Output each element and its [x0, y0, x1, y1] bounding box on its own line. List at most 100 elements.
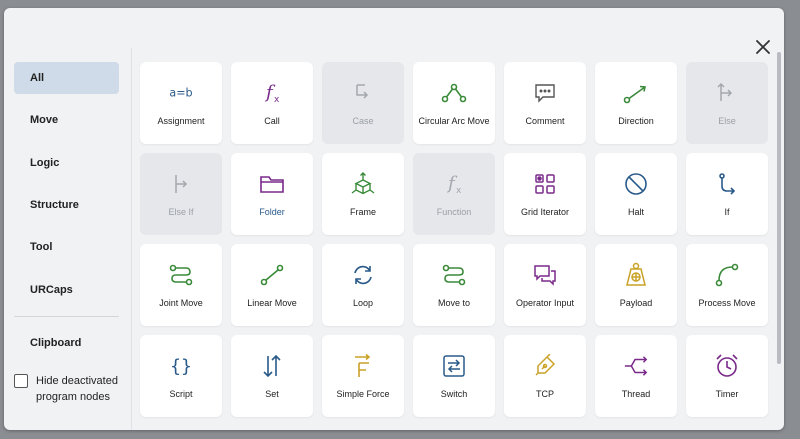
sidebar-item-all[interactable]: All	[14, 62, 119, 94]
tile-label: Move to	[437, 298, 470, 308]
loop-icon	[350, 262, 376, 288]
tile-linear-move[interactable]: Linear Move	[231, 244, 313, 326]
tile-label: Joint Move	[159, 298, 203, 308]
comment-icon	[532, 80, 558, 106]
process-move-icon	[714, 262, 740, 288]
else-icon	[714, 80, 740, 106]
tile-label: Timer	[715, 389, 739, 399]
tile-label: If	[724, 207, 730, 217]
frame-icon	[350, 171, 376, 197]
tile-payload[interactable]: Payload	[595, 244, 677, 326]
sidebar-item-label: Clipboard	[30, 337, 82, 349]
tile-label: Set	[265, 389, 279, 399]
payload-icon	[623, 262, 649, 288]
thread-icon	[623, 353, 649, 379]
hide-deactivated-checkbox[interactable]	[14, 374, 28, 388]
tile-label: Payload	[619, 298, 653, 308]
tile-label: Script	[169, 389, 193, 399]
tile-else-if: Else If	[140, 153, 222, 235]
tile-script[interactable]: {} Script	[140, 335, 222, 417]
sidebar-item-move[interactable]: Move	[14, 104, 119, 136]
tile-label: Circular Arc Move	[418, 116, 490, 126]
tile-set[interactable]: Set	[231, 335, 313, 417]
sidebar-divider	[14, 316, 119, 317]
sidebar-item-label: Tool	[30, 241, 53, 253]
add-node-dialog: All Move Logic Structure Tool URCaps Cli…	[4, 8, 784, 430]
close-button[interactable]	[749, 33, 777, 61]
tile-label: Else	[718, 116, 736, 126]
sidebar-item-label: URCaps	[30, 284, 73, 296]
function-call-icon: fx	[259, 80, 285, 106]
move-to-icon	[441, 262, 467, 288]
hide-deactivated-toggle[interactable]: Hide deactivated program nodes	[14, 373, 126, 405]
sidebar-item-logic[interactable]: Logic	[14, 147, 119, 179]
tile-case: Case	[322, 62, 404, 144]
tile-operator-input[interactable]: Operator Input	[504, 244, 586, 326]
direction-icon	[623, 80, 649, 106]
tile-frame[interactable]: Frame	[322, 153, 404, 235]
tile-circular-arc-move[interactable]: Circular Arc Move	[413, 62, 495, 144]
sidebar-item-label: Structure	[30, 199, 79, 211]
tile-move-to[interactable]: Move to	[413, 244, 495, 326]
sidebar-item-label: Move	[30, 114, 59, 126]
function-icon: fx	[441, 171, 467, 197]
svg-text:{}: {}	[170, 356, 192, 377]
folder-icon	[259, 171, 285, 197]
tile-label: Operator Input	[515, 298, 575, 308]
tile-folder[interactable]: Folder	[231, 153, 313, 235]
tile-if[interactable]: If	[686, 153, 768, 235]
tile-label: Function	[436, 207, 472, 217]
tile-label: Direction	[618, 116, 654, 126]
if-icon	[714, 171, 740, 197]
tile-switch[interactable]: Switch	[413, 335, 495, 417]
tile-label: Thread	[621, 389, 651, 399]
script-icon: {}	[168, 353, 194, 379]
scrollbar-thumb[interactable]	[777, 52, 781, 364]
tile-function: fx Function	[413, 153, 495, 235]
sidebar-item-clipboard[interactable]: Clipboard	[14, 327, 119, 359]
grid-iterator-icon	[532, 171, 558, 197]
hide-deactivated-label: Hide deactivated program nodes	[36, 375, 118, 403]
tile-loop[interactable]: Loop	[322, 244, 404, 326]
switch-icon	[441, 353, 467, 379]
tile-label: TCP	[536, 389, 554, 399]
sidebar-item-structure[interactable]: Structure	[14, 189, 119, 221]
tile-grid-iterator[interactable]: Grid Iterator	[504, 153, 586, 235]
else-if-icon	[168, 171, 194, 197]
simple-force-icon	[350, 353, 376, 379]
sidebar-item-label: All	[30, 72, 45, 84]
circular-arc-icon	[441, 80, 467, 106]
tile-joint-move[interactable]: Joint Move	[140, 244, 222, 326]
tile-tcp[interactable]: TCP	[504, 335, 586, 417]
tile-label: Linear Move	[247, 298, 297, 308]
tile-process-move[interactable]: Process Move	[686, 244, 768, 326]
tile-assignment[interactable]: a=b Assignment	[140, 62, 222, 144]
sidebar-item-label: Logic	[30, 157, 60, 169]
svg-text:x: x	[274, 95, 280, 105]
tile-label: Simple Force	[336, 389, 390, 399]
tile-timer[interactable]: Timer	[686, 335, 768, 417]
tile-call[interactable]: fx Call	[231, 62, 313, 144]
tile-label: Grid Iterator	[520, 207, 569, 217]
sidebar-item-tool[interactable]: Tool	[14, 231, 119, 263]
linear-move-icon	[259, 262, 285, 288]
assignment-icon: a=b	[168, 80, 194, 106]
tile-label: Halt	[627, 207, 644, 217]
tile-comment[interactable]: Comment	[504, 62, 586, 144]
tile-thread[interactable]: Thread	[595, 335, 677, 417]
tile-direction[interactable]: Direction	[595, 62, 677, 144]
tile-label: Call	[264, 116, 280, 126]
tile-label: Switch	[440, 389, 468, 399]
tile-simple-force[interactable]: Simple Force	[322, 335, 404, 417]
tile-label: Case	[352, 116, 374, 126]
category-sidebar: All Move Logic Structure Tool URCaps Cli…	[4, 8, 124, 430]
set-icon	[259, 353, 285, 379]
svg-text:x: x	[456, 186, 462, 196]
tile-label: Assignment	[157, 116, 205, 126]
tile-label: Frame	[349, 207, 376, 217]
tile-halt[interactable]: Halt	[595, 153, 677, 235]
sidebar-item-urcaps[interactable]: URCaps	[14, 274, 119, 306]
operator-input-icon	[532, 262, 558, 288]
tcp-icon	[532, 353, 558, 379]
tile-label: Comment	[525, 116, 565, 126]
